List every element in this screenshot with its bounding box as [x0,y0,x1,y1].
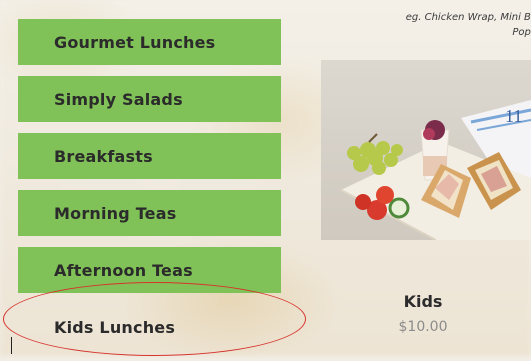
hint-line: eg. Chicken Wrap, Mini Bo [405,12,531,23]
menu-item-label: Afternoon Teas [54,260,193,280]
menu-item-simply-salads[interactable]: Simply Salads [18,76,281,122]
menu-item-label: Kids Lunches [54,317,176,337]
lunch-platter-illustration: 11 [321,60,531,240]
product-name[interactable]: Kids [331,292,515,311]
menu-item-label: Morning Teas [54,203,177,223]
menu-item-gourmet-lunches[interactable]: Gourmet Lunches [18,19,281,65]
menu-item-morning-teas[interactable]: Morning Teas [18,190,281,236]
menu-item-kids-lunches[interactable]: Kids Lunches [18,304,281,350]
text-cursor [11,337,13,354]
lunch-platter-image[interactable]: 11 [321,60,531,240]
category-menu: Gourmet Lunches Simply Salads Breakfasts… [18,19,281,361]
menu-item-afternoon-teas[interactable]: Afternoon Teas [18,247,281,293]
menu-item-breakfasts[interactable]: Breakfasts [18,133,281,179]
svg-text:11: 11 [505,106,522,126]
menu-item-label: Simply Salads [54,89,183,109]
menu-item-label: Gourmet Lunches [54,32,216,52]
hint-line: Pope [512,27,531,38]
product-price: $10.00 [398,319,448,335]
menu-item-label: Breakfasts [54,146,153,166]
product-hint-text: eg. Chicken Wrap, Mini Bo Pope [317,10,531,40]
